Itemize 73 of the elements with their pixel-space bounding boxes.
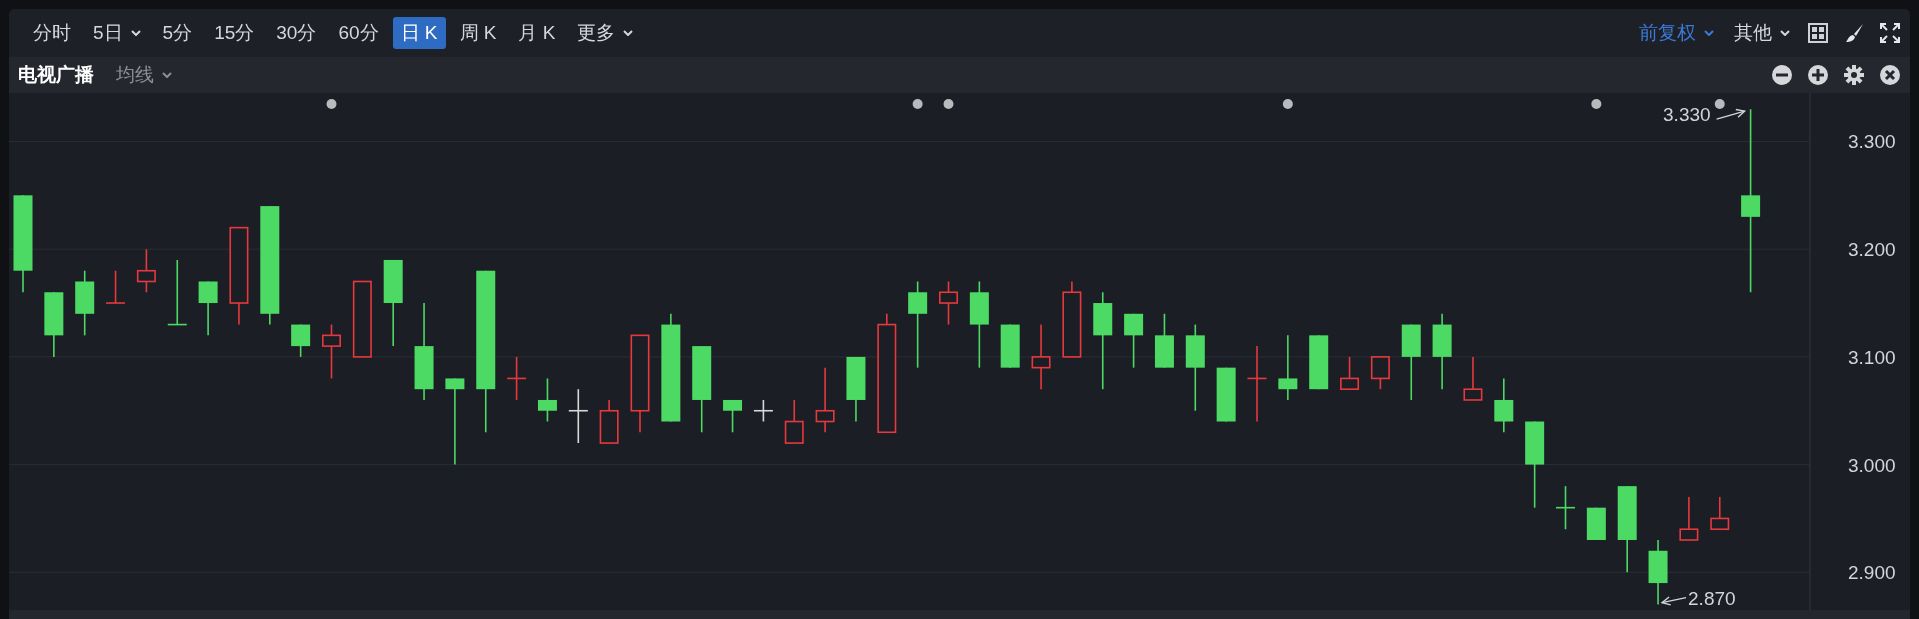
zoom-in-icon[interactable] — [1808, 65, 1828, 85]
period-tab[interactable]: 5分 — [154, 17, 201, 49]
event-marker[interactable] — [1282, 99, 1293, 109]
candlestick — [1586, 506, 1606, 541]
candlestick — [75, 269, 95, 337]
candlestick — [1679, 496, 1699, 541]
event-marker[interactable] — [326, 99, 337, 109]
candlestick — [599, 399, 619, 444]
candlestick — [939, 280, 958, 326]
axis-label: 3.300 — [1848, 131, 1896, 153]
period-tab[interactable]: 15分 — [206, 17, 263, 49]
period-tab[interactable]: 月 K — [510, 17, 564, 49]
candlestick — [1463, 356, 1483, 401]
caret-icon — [1780, 30, 1790, 36]
candlestick — [1340, 356, 1360, 390]
event-marker[interactable] — [1714, 99, 1725, 109]
candlestick — [1000, 323, 1020, 369]
event-marker[interactable] — [912, 99, 923, 109]
candlestick — [1031, 323, 1051, 390]
event-marker[interactable] — [943, 99, 954, 109]
event-marker[interactable] — [1591, 99, 1602, 109]
candlestick — [1710, 496, 1730, 530]
settings-icon[interactable] — [1844, 65, 1864, 85]
caret-icon — [1704, 30, 1714, 36]
candlestick — [1278, 334, 1298, 401]
option-dropdown[interactable]: 前复权 — [1637, 17, 1716, 49]
period-tab[interactable]: 更多 — [569, 17, 642, 49]
candlestick — [136, 248, 156, 294]
option-dropdown[interactable]: 其他 — [1732, 17, 1792, 49]
indicator-dropdown[interactable]: 均线 — [108, 59, 180, 91]
axis-label: 2.900 — [1848, 562, 1896, 584]
brush-icon[interactable] — [1844, 23, 1864, 43]
axis-label: 3.000 — [1848, 454, 1896, 476]
candlestick — [198, 280, 218, 337]
candlestick — [1370, 356, 1390, 390]
candlestick — [753, 399, 774, 423]
period-tab[interactable]: 60分 — [330, 17, 387, 49]
price-label: 2.870 — [1688, 587, 1736, 609]
candlestick — [784, 399, 804, 444]
axis-label: 3.100 — [1848, 346, 1896, 368]
zoom-out-icon[interactable] — [1772, 65, 1792, 85]
candlestick — [1555, 485, 1576, 530]
candlestick — [44, 291, 64, 358]
candlestick — [537, 377, 557, 423]
price-label: 3.330 — [1663, 104, 1711, 126]
period-tab[interactable]: 30分 — [268, 17, 325, 49]
fullscreen-icon[interactable] — [1880, 23, 1900, 43]
candlestick — [1648, 539, 1668, 606]
stock-name: 电视广播 — [18, 63, 94, 87]
period-tab[interactable]: 5日 — [85, 17, 149, 49]
candlestick — [166, 259, 188, 326]
candlestick — [1494, 377, 1514, 434]
axis-label: 3.200 — [1848, 239, 1896, 261]
leader-line — [1660, 596, 1687, 606]
candlestick — [1154, 313, 1174, 369]
grid-icon[interactable] — [1808, 23, 1828, 43]
period-tab[interactable]: 周 K — [451, 17, 505, 49]
candlestick — [322, 323, 341, 380]
candlestick — [723, 399, 743, 434]
caret-icon — [162, 72, 172, 78]
candlestick — [568, 388, 589, 444]
candlestick — [1124, 313, 1144, 369]
candlestick — [1309, 334, 1329, 390]
candlestick — [105, 269, 126, 304]
leader-line — [1715, 108, 1747, 120]
candlestick — [506, 356, 527, 401]
candlestick — [291, 323, 311, 358]
candlestick — [1216, 366, 1236, 423]
close-icon[interactable] — [1880, 65, 1900, 85]
period-tab[interactable]: 日 K — [392, 17, 446, 49]
candlestick — [846, 356, 866, 423]
candlestick — [815, 366, 835, 434]
period-tab[interactable]: 分时 — [25, 17, 79, 49]
